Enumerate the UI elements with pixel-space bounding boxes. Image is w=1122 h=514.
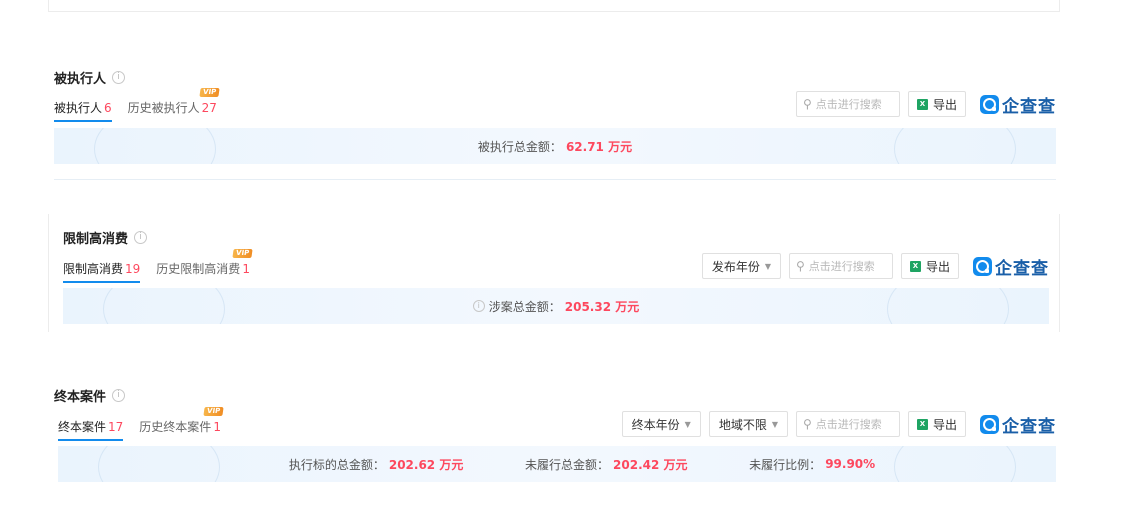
- tab-bar: 限制高消费 19 历史限制高消费 1 VIP: [63, 249, 253, 283]
- search-box[interactable]: ⚲: [795, 411, 900, 437]
- tab-count: 27: [201, 101, 217, 115]
- summary-item: 未履行比例： 99.90%: [749, 456, 875, 473]
- toolbar: 终本年份 ▼ 地域不限 ▼ ⚲ X 导出 企查查: [621, 411, 1056, 437]
- section-title-text: 被执行人: [54, 72, 107, 87]
- tab-current[interactable]: 限制高消费 19: [63, 260, 141, 283]
- tab-label: 历史限制高消费: [156, 262, 241, 276]
- previous-section-edge: [48, 0, 1060, 12]
- tab-current[interactable]: 终本案件 17: [58, 418, 124, 441]
- summary-value: 202.42 万元: [613, 457, 688, 472]
- dropdown-label: 地域不限: [718, 417, 767, 432]
- export-label: 导出: [925, 259, 950, 274]
- summary-label: 被执行总金额：: [477, 139, 562, 154]
- tab-count: 6: [104, 101, 112, 115]
- tab-bar: 终本案件 17 历史终本案件 1 VIP: [58, 407, 224, 441]
- summary-bar: 执行标的总金额： 202.62 万元 未履行总金额： 202.42 万元 未履行…: [58, 446, 1056, 482]
- excel-icon: X: [909, 260, 921, 272]
- brand-mark-icon: [980, 414, 999, 434]
- tab-label: 历史终本案件: [139, 420, 212, 434]
- info-icon[interactable]: i: [134, 231, 148, 244]
- tab-count: 1: [213, 420, 221, 434]
- summary-label: 涉案总金额：: [488, 299, 561, 314]
- brand-mark-icon: [980, 94, 999, 114]
- info-icon[interactable]: i: [112, 71, 126, 84]
- summary-label: 未履行比例：: [749, 457, 822, 472]
- tab-count: 17: [108, 420, 124, 434]
- summary-value: 202.62 万元: [388, 457, 464, 472]
- tab-label: 终本案件: [58, 420, 107, 434]
- toolbar: ⚲ X 导出 企查查: [795, 91, 1056, 117]
- tab-current[interactable]: 被执行人 6: [54, 99, 112, 122]
- caret-down-icon: ▼: [684, 419, 691, 429]
- search-input[interactable]: [815, 97, 892, 111]
- export-label: 导出: [932, 417, 957, 432]
- vip-badge: VIP: [232, 249, 253, 258]
- search-box[interactable]: ⚲: [788, 253, 893, 279]
- excel-icon: X: [916, 418, 928, 430]
- search-input[interactable]: [808, 259, 885, 273]
- vip-badge: VIP: [203, 407, 224, 416]
- tab-label: 被执行人: [54, 101, 103, 115]
- section-title: 被执行人 i: [54, 68, 126, 87]
- filter-year-dropdown[interactable]: 终本年份 ▼: [621, 411, 701, 437]
- caret-down-icon: ▼: [771, 419, 778, 429]
- summary-value: 62.71 万元: [565, 139, 633, 154]
- tab-count: 1: [242, 262, 250, 276]
- toolbar: 发布年份 ▼ ⚲ X 导出 企查查: [701, 253, 1049, 279]
- info-icon[interactable]: i: [112, 389, 126, 402]
- summary-label: 未履行总金额：: [525, 457, 610, 472]
- section-title: 终本案件 i: [54, 386, 126, 405]
- section-title-text: 终本案件: [54, 390, 107, 405]
- summary-value: 205.32 万元: [564, 299, 640, 314]
- caret-down-icon: ▼: [764, 261, 771, 271]
- tab-history[interactable]: 历史限制高消费 1 VIP: [156, 249, 253, 283]
- tab-label: 限制高消费: [63, 262, 124, 276]
- tab-count: 19: [125, 262, 141, 276]
- brand-logo: 企查查: [980, 92, 1056, 117]
- brand-name: 企查查: [995, 258, 1049, 279]
- info-icon[interactable]: i: [472, 300, 485, 312]
- tab-history[interactable]: 历史终本案件 1 VIP: [139, 407, 224, 441]
- summary-bar: 被执行总金额： 62.71 万元: [54, 128, 1056, 164]
- summary-item: 执行标的总金额： 202.62 万元: [289, 456, 464, 473]
- section-judgment-debtor: 被执行人 i 被执行人6 历史被执行人27 VIP ⚲ X 导出 企查查 被执行…: [54, 62, 1056, 180]
- filter-region-dropdown[interactable]: 地域不限 ▼: [708, 411, 788, 437]
- search-box[interactable]: ⚲: [795, 91, 900, 117]
- dropdown-label: 发布年份: [711, 259, 760, 274]
- tab-bar: 被执行人 6 历史被执行人 27 VIP: [54, 88, 220, 122]
- export-button[interactable]: X 导出: [907, 411, 966, 437]
- summary-item: 未履行总金额： 202.42 万元: [525, 456, 688, 473]
- export-button[interactable]: X 导出: [907, 91, 966, 117]
- section-title: 限制高消费 i: [63, 228, 148, 247]
- summary-bar: i 涉案总金额： 205.32 万元: [63, 288, 1049, 324]
- search-icon: ⚲: [795, 259, 805, 273]
- brand-mark-icon: [973, 256, 992, 276]
- search-input[interactable]: [815, 417, 892, 431]
- brand-logo: 企查查: [980, 412, 1056, 437]
- section-consumption-restriction: 限制高消费 i 限制高消费19 历史限制高消费1 VIP 发布年份 ▼ ⚲ X …: [48, 214, 1060, 332]
- summary-label: 执行标的总金额：: [288, 457, 385, 472]
- search-icon: ⚲: [802, 417, 812, 431]
- excel-icon: X: [916, 98, 928, 110]
- brand-name: 企查查: [1002, 416, 1056, 437]
- tab-history[interactable]: 历史被执行人 27 VIP: [127, 88, 220, 122]
- vip-badge: VIP: [199, 88, 220, 97]
- export-button[interactable]: X 导出: [900, 253, 959, 279]
- dropdown-label: 终本年份: [631, 417, 680, 432]
- brand-name: 企查查: [1002, 96, 1056, 117]
- brand-logo: 企查查: [973, 254, 1049, 279]
- section-terminated-cases: 终本案件 i 终本案件 17 历史终本案件 1 VIP 终本年份 ▼ 地域不限 ▼ …: [54, 380, 1056, 490]
- filter-year-dropdown[interactable]: 发布年份 ▼: [701, 253, 781, 279]
- summary-value: 99.90%: [825, 457, 876, 471]
- search-icon: ⚲: [802, 97, 812, 111]
- summary-item: 被执行总金额： 62.71 万元: [478, 138, 632, 155]
- tab-label: 历史被执行人: [127, 101, 200, 115]
- section-title-text: 限制高消费: [63, 232, 129, 247]
- summary-item: i 涉案总金额： 205.32 万元: [472, 298, 640, 315]
- export-label: 导出: [932, 97, 957, 112]
